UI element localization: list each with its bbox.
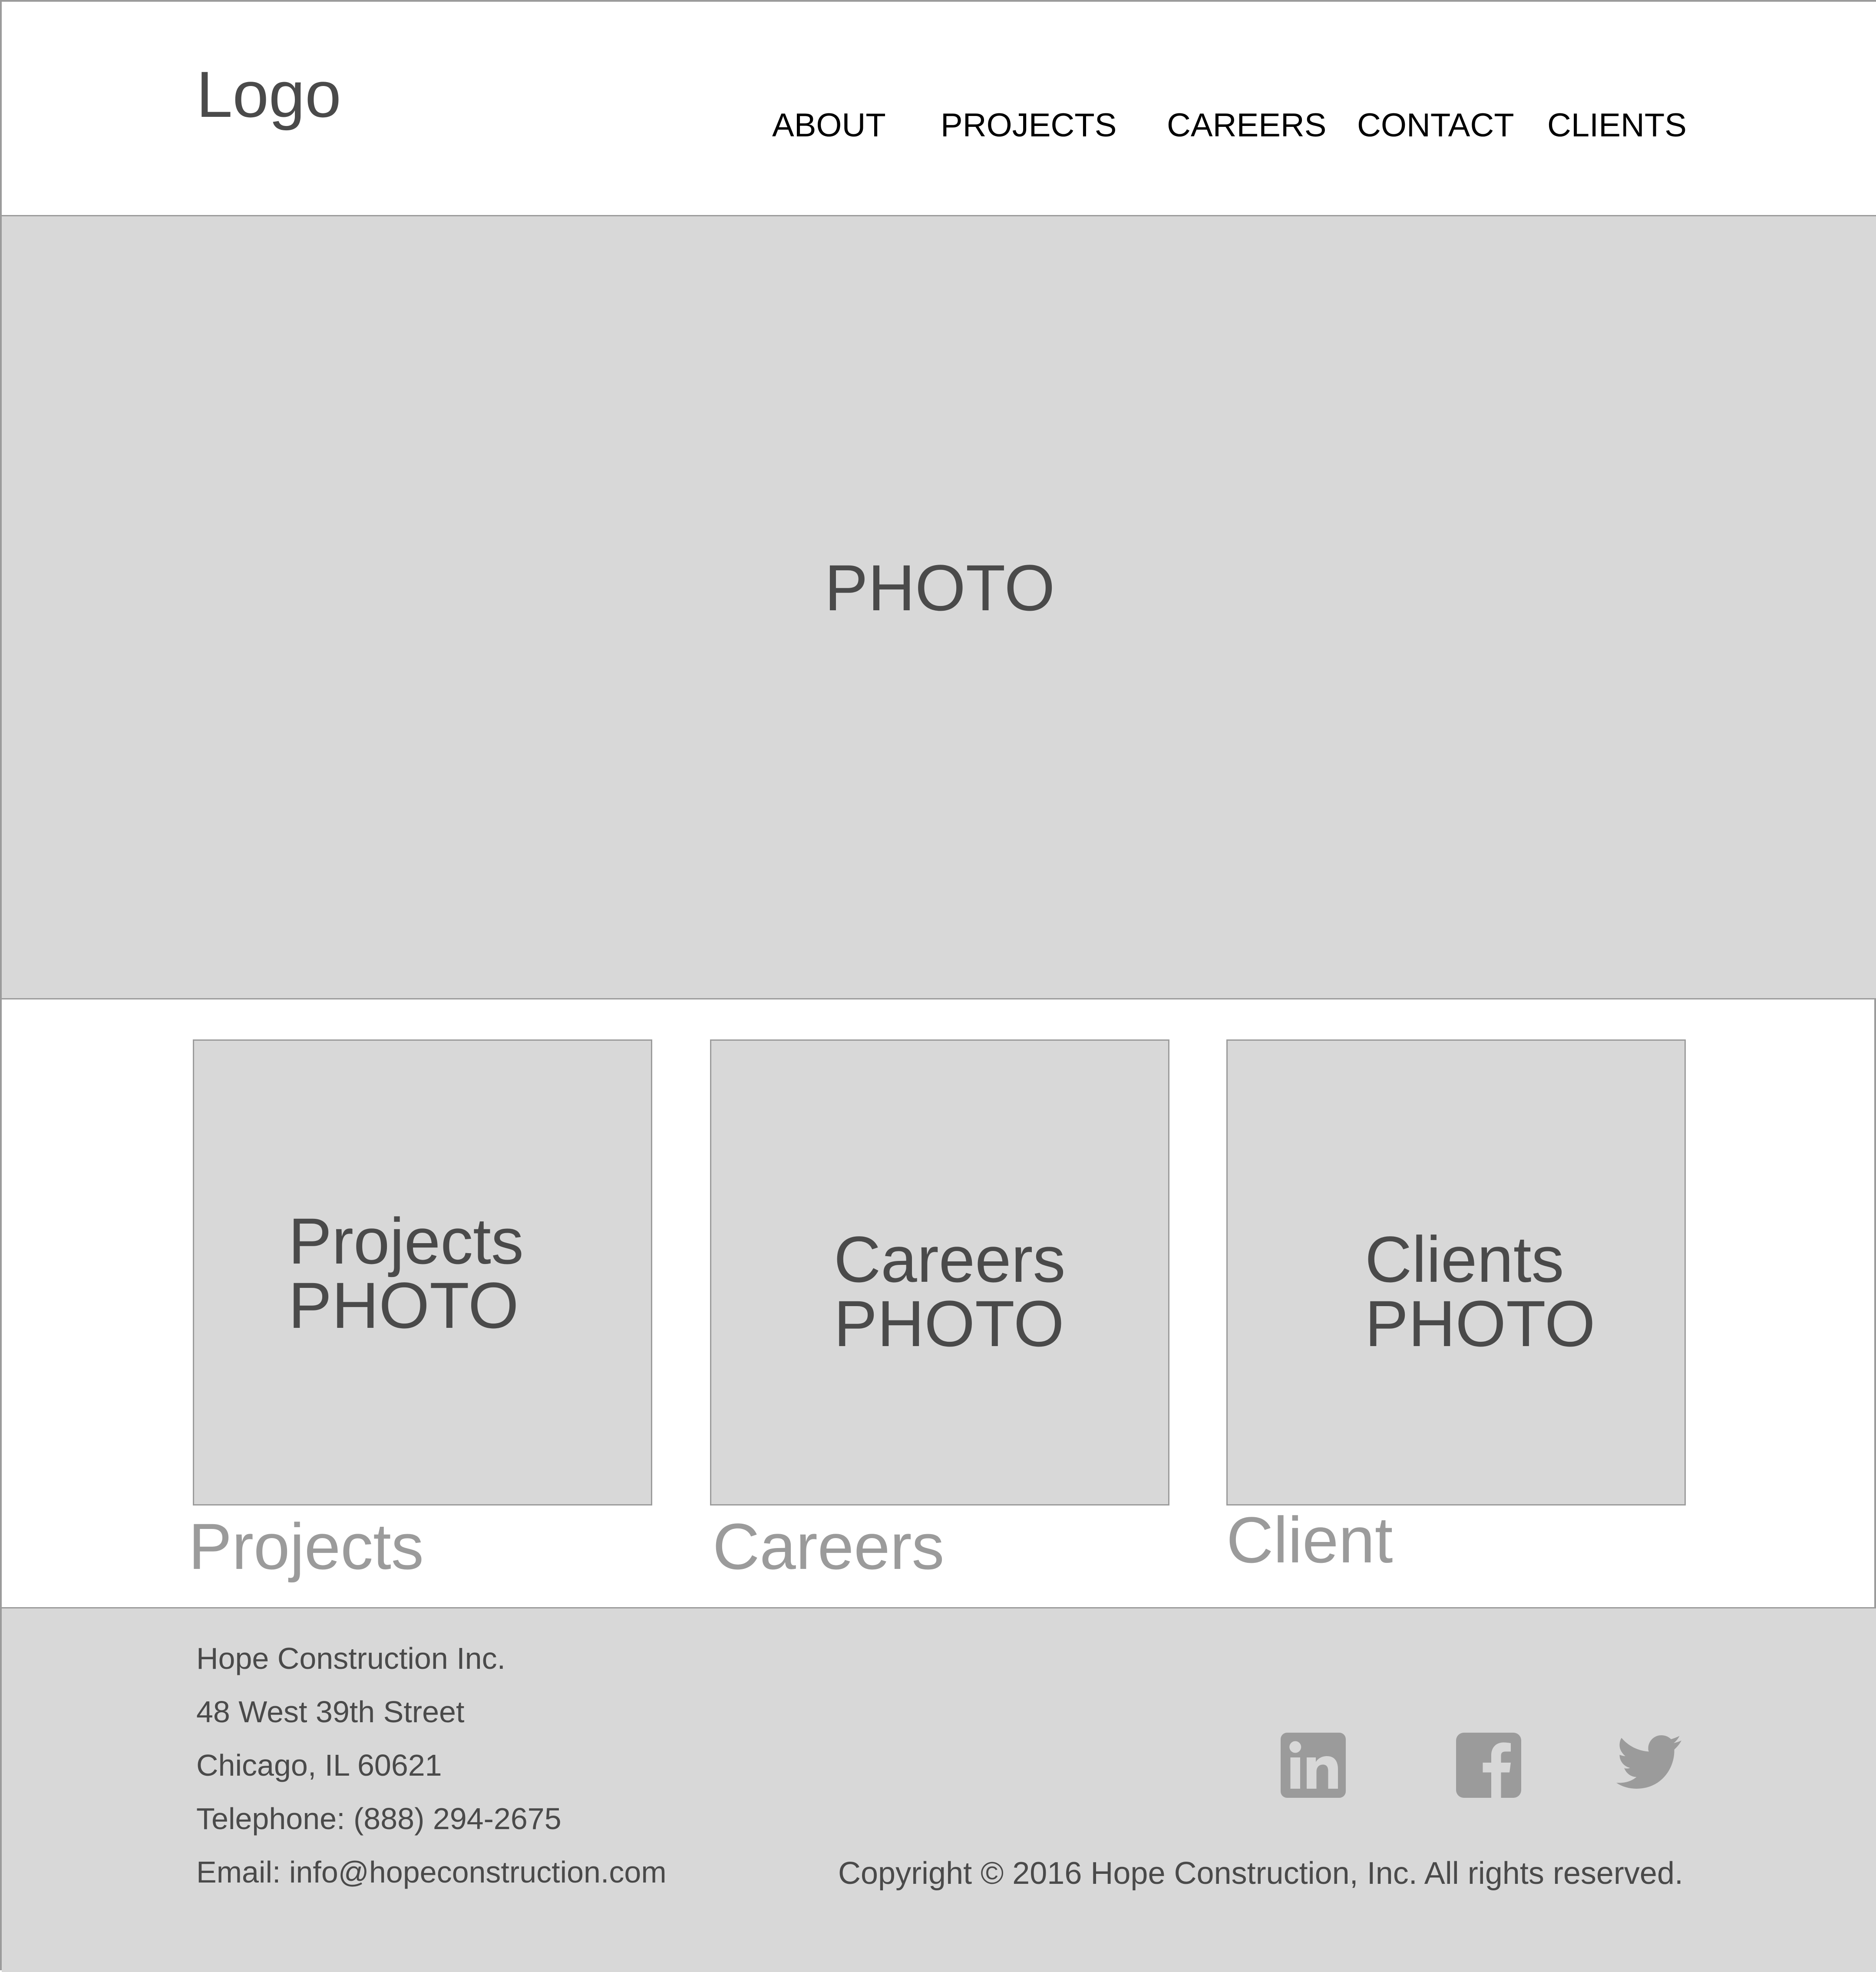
street-address: 48 West 39th Street bbox=[196, 1695, 465, 1729]
copyright-text: Copyright © 2016 Hope Construction, Inc.… bbox=[838, 1856, 1683, 1891]
careers-photo-title: Careers bbox=[834, 1223, 1066, 1296]
clients-photo-text: PHOTO bbox=[1365, 1287, 1595, 1360]
facebook-icon[interactable] bbox=[1456, 1733, 1521, 1798]
twitter-icon[interactable] bbox=[1611, 1733, 1683, 1798]
nav-link-about[interactable]: ABOUT bbox=[772, 109, 886, 142]
careers-photo-label: Careers PHOTO bbox=[834, 1227, 1066, 1356]
page-frame: Logo ABOUT PROJECTS CAREERS CONTACT CLIE… bbox=[0, 0, 1876, 1972]
nav-link-careers[interactable]: CAREERS bbox=[1167, 109, 1326, 142]
email-link[interactable]: Email: info@hopeconstruction.com bbox=[196, 1857, 667, 1887]
city-address: Chicago, IL 60621 bbox=[196, 1748, 442, 1782]
site-logo[interactable]: Logo bbox=[196, 62, 341, 127]
projects-caption[interactable]: Projects bbox=[188, 1514, 424, 1579]
projects-photo-label: Projects PHOTO bbox=[288, 1204, 524, 1342]
nav-link-projects[interactable]: PROJECTS bbox=[941, 109, 1116, 142]
hero-photo-label: PHOTO bbox=[824, 551, 1055, 624]
hero-photo-placeholder: PHOTO bbox=[2, 216, 1876, 999]
nav-link-clients[interactable]: CLIENTS bbox=[1547, 109, 1687, 142]
careers-photo-card[interactable]: Careers PHOTO bbox=[710, 1039, 1169, 1505]
site-header: Logo ABOUT PROJECTS CAREERS CONTACT CLIE… bbox=[2, 2, 1876, 216]
projects-photo-text: PHOTO bbox=[288, 1269, 519, 1342]
careers-caption[interactable]: Careers bbox=[713, 1514, 945, 1579]
clients-photo-card[interactable]: Clients PHOTO bbox=[1226, 1039, 1686, 1505]
careers-photo-text: PHOTO bbox=[834, 1287, 1064, 1360]
projects-photo-card[interactable]: Projects PHOTO bbox=[193, 1039, 652, 1505]
nav-link-contact[interactable]: CONTACT bbox=[1357, 109, 1514, 142]
linkedin-icon[interactable] bbox=[1281, 1733, 1346, 1798]
client-caption[interactable]: Client bbox=[1226, 1507, 1393, 1572]
clients-photo-title: Clients bbox=[1365, 1223, 1564, 1296]
clients-photo-label: Clients PHOTO bbox=[1365, 1227, 1595, 1356]
telephone-text: Telephone: (888) 294-2675 bbox=[196, 1802, 561, 1836]
company-name: Hope Construction Inc. bbox=[196, 1641, 506, 1675]
site-footer: Hope Construction Inc. 48 West 39th Stre… bbox=[2, 1607, 1876, 1972]
projects-photo-title: Projects bbox=[288, 1204, 524, 1277]
